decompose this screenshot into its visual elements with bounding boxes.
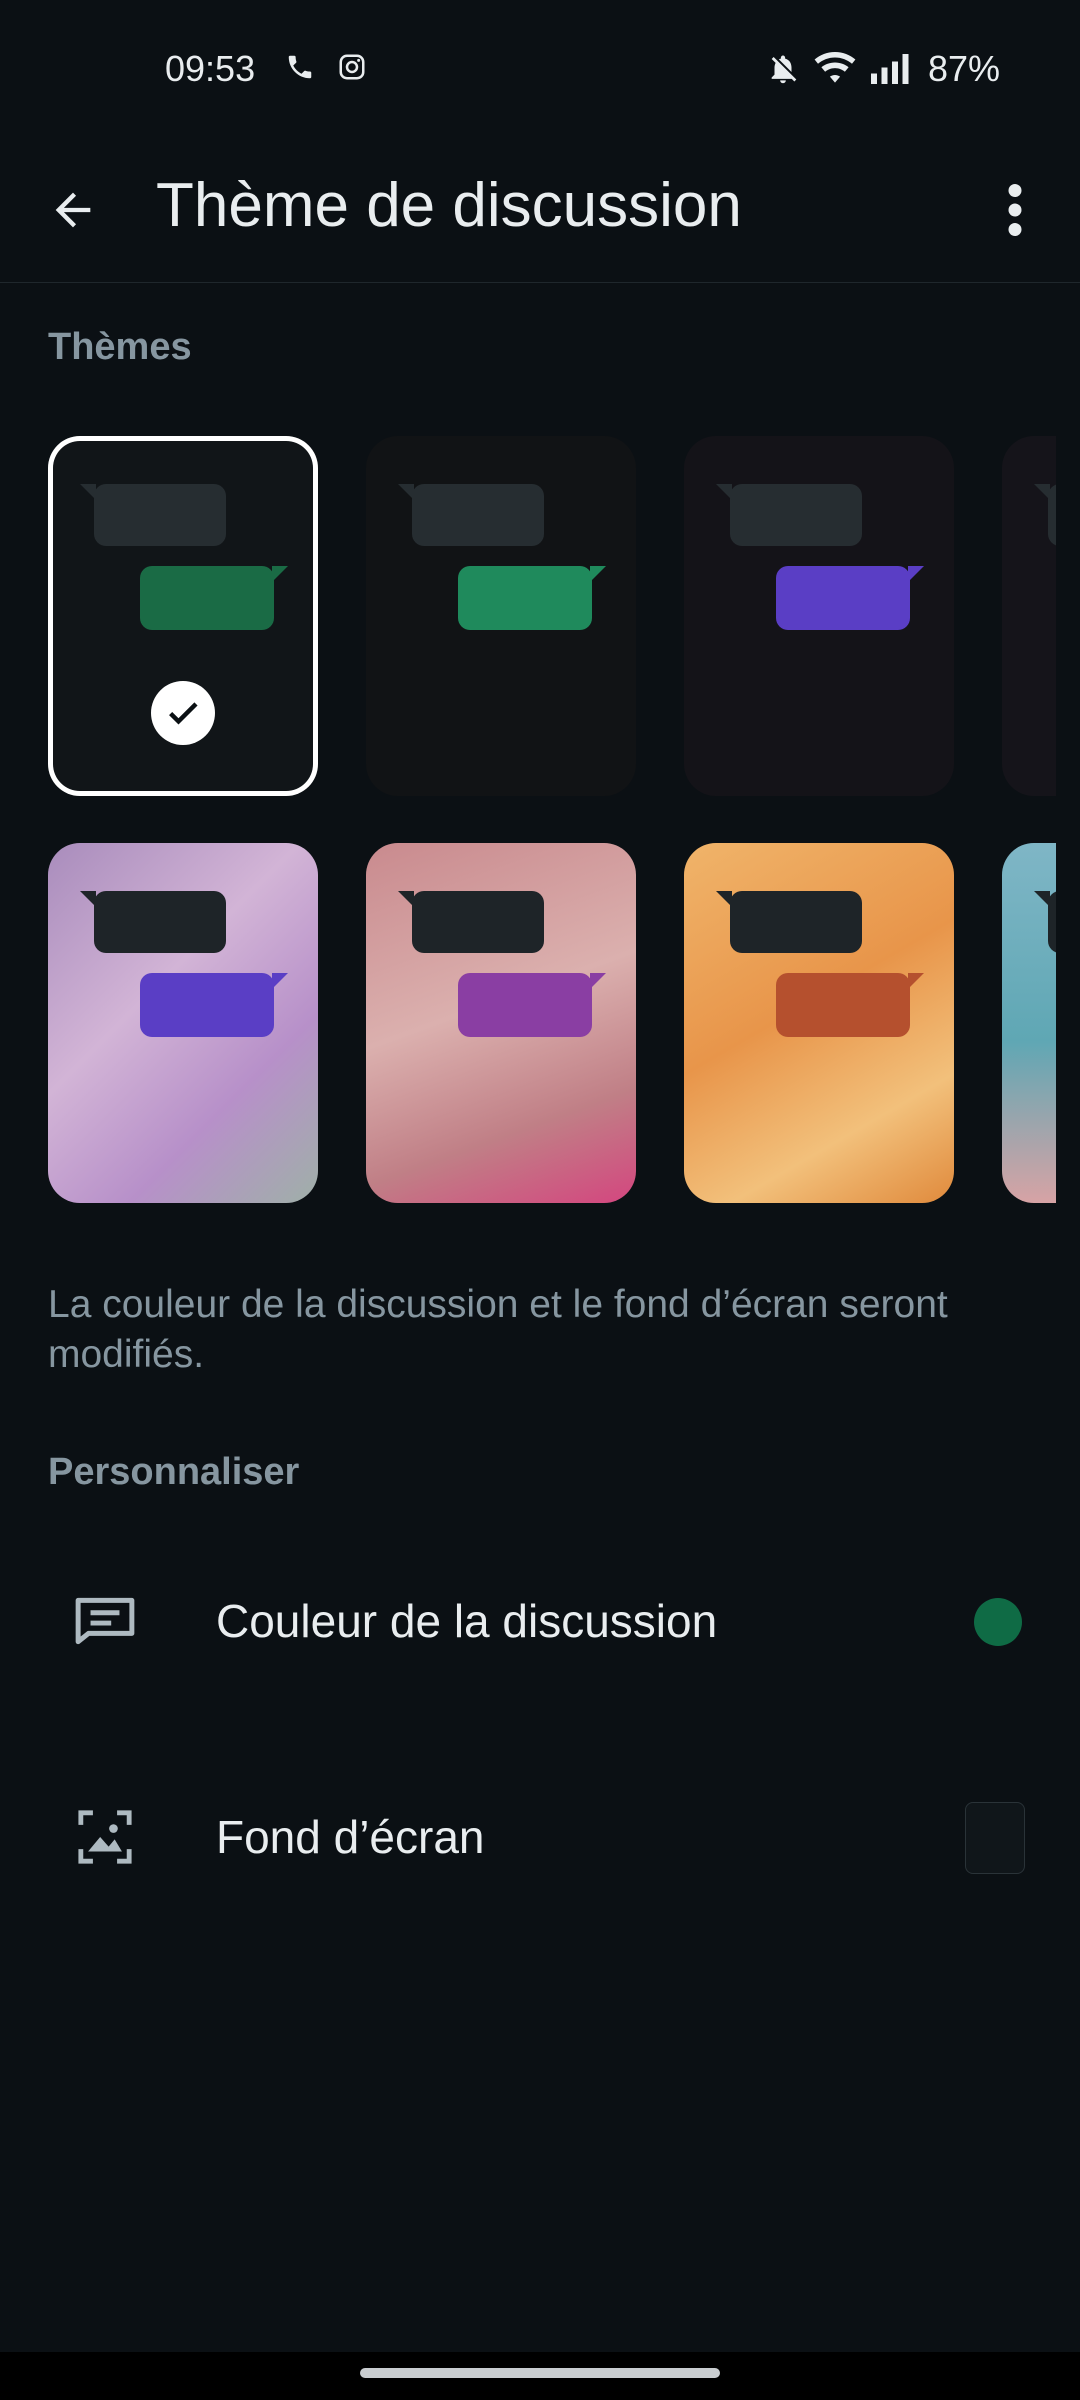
theme-thumbnail-dark-green[interactable]	[366, 436, 636, 796]
incoming-bubble	[1034, 484, 1056, 546]
wallpaper-label: Fond d’écran	[216, 1811, 485, 1863]
theme-thumbnail-amber[interactable]	[684, 843, 954, 1203]
outgoing-bubble	[458, 566, 606, 630]
theme-thumbnail-blossom[interactable]	[366, 843, 636, 1203]
status-time: 09:53	[165, 48, 256, 89]
chat-color-icon	[70, 1586, 140, 1656]
theme-thumbnail-partial[interactable]	[1002, 436, 1056, 796]
instagram-icon	[339, 54, 365, 80]
page-title: Thème de discussion	[156, 171, 742, 240]
wallpaper-preview	[965, 1802, 1025, 1874]
check-icon	[169, 702, 198, 725]
outgoing-bubble	[140, 566, 288, 630]
incoming-bubble	[716, 484, 862, 546]
theme-thumbnail-dark-purple[interactable]	[684, 436, 954, 796]
signal-icon	[870, 54, 909, 84]
themes-section-title: Thèmes	[48, 326, 192, 368]
customize-section-title: Personnaliser	[48, 1451, 300, 1493]
wallpaper-icon	[70, 1802, 140, 1872]
themes-row-light	[48, 843, 1056, 1205]
outgoing-bubble	[458, 973, 606, 1037]
battery-percentage: 87%	[927, 48, 1000, 89]
incoming-bubble	[716, 891, 862, 953]
status-icons-right: 87%	[766, 48, 1000, 90]
outgoing-bubble	[776, 566, 924, 630]
home-gesture-handle[interactable]	[360, 2368, 720, 2378]
incoming-bubble	[80, 484, 226, 546]
wifi-icon	[814, 52, 856, 83]
arrow-left-icon	[55, 192, 91, 228]
theme-description: La couleur de la discussion et le fond d…	[48, 1283, 948, 1376]
themes-row-dark	[48, 436, 1056, 798]
app-bar: Thème de discussion	[0, 140, 1080, 283]
status-bar: 09:53 87%	[0, 0, 1080, 140]
selected-check-badge	[151, 681, 215, 745]
wallpaper-row[interactable]: Fond d’écran	[0, 1752, 1080, 1922]
phone-icon	[288, 55, 312, 79]
bell-off-icon	[771, 55, 797, 84]
chat-color-label: Couleur de la discussion	[216, 1595, 718, 1647]
chat-color-swatch	[974, 1598, 1022, 1646]
incoming-bubble	[398, 484, 544, 546]
back-button[interactable]	[38, 175, 108, 245]
outgoing-bubble	[776, 973, 924, 1037]
theme-thumbnail-default[interactable]	[48, 436, 318, 796]
theme-thumbnail-lilac[interactable]	[48, 843, 318, 1203]
chat-color-row[interactable]: Couleur de la discussion	[0, 1536, 1080, 1706]
more-options-button[interactable]	[975, 170, 1055, 250]
incoming-bubble	[1034, 891, 1056, 953]
incoming-bubble	[398, 891, 544, 953]
outgoing-bubble	[140, 973, 288, 1037]
incoming-bubble	[80, 891, 226, 953]
more-vert-icon	[1008, 184, 1022, 236]
theme-thumbnail-seaside[interactable]	[1002, 843, 1056, 1203]
status-icons-left	[285, 52, 367, 82]
